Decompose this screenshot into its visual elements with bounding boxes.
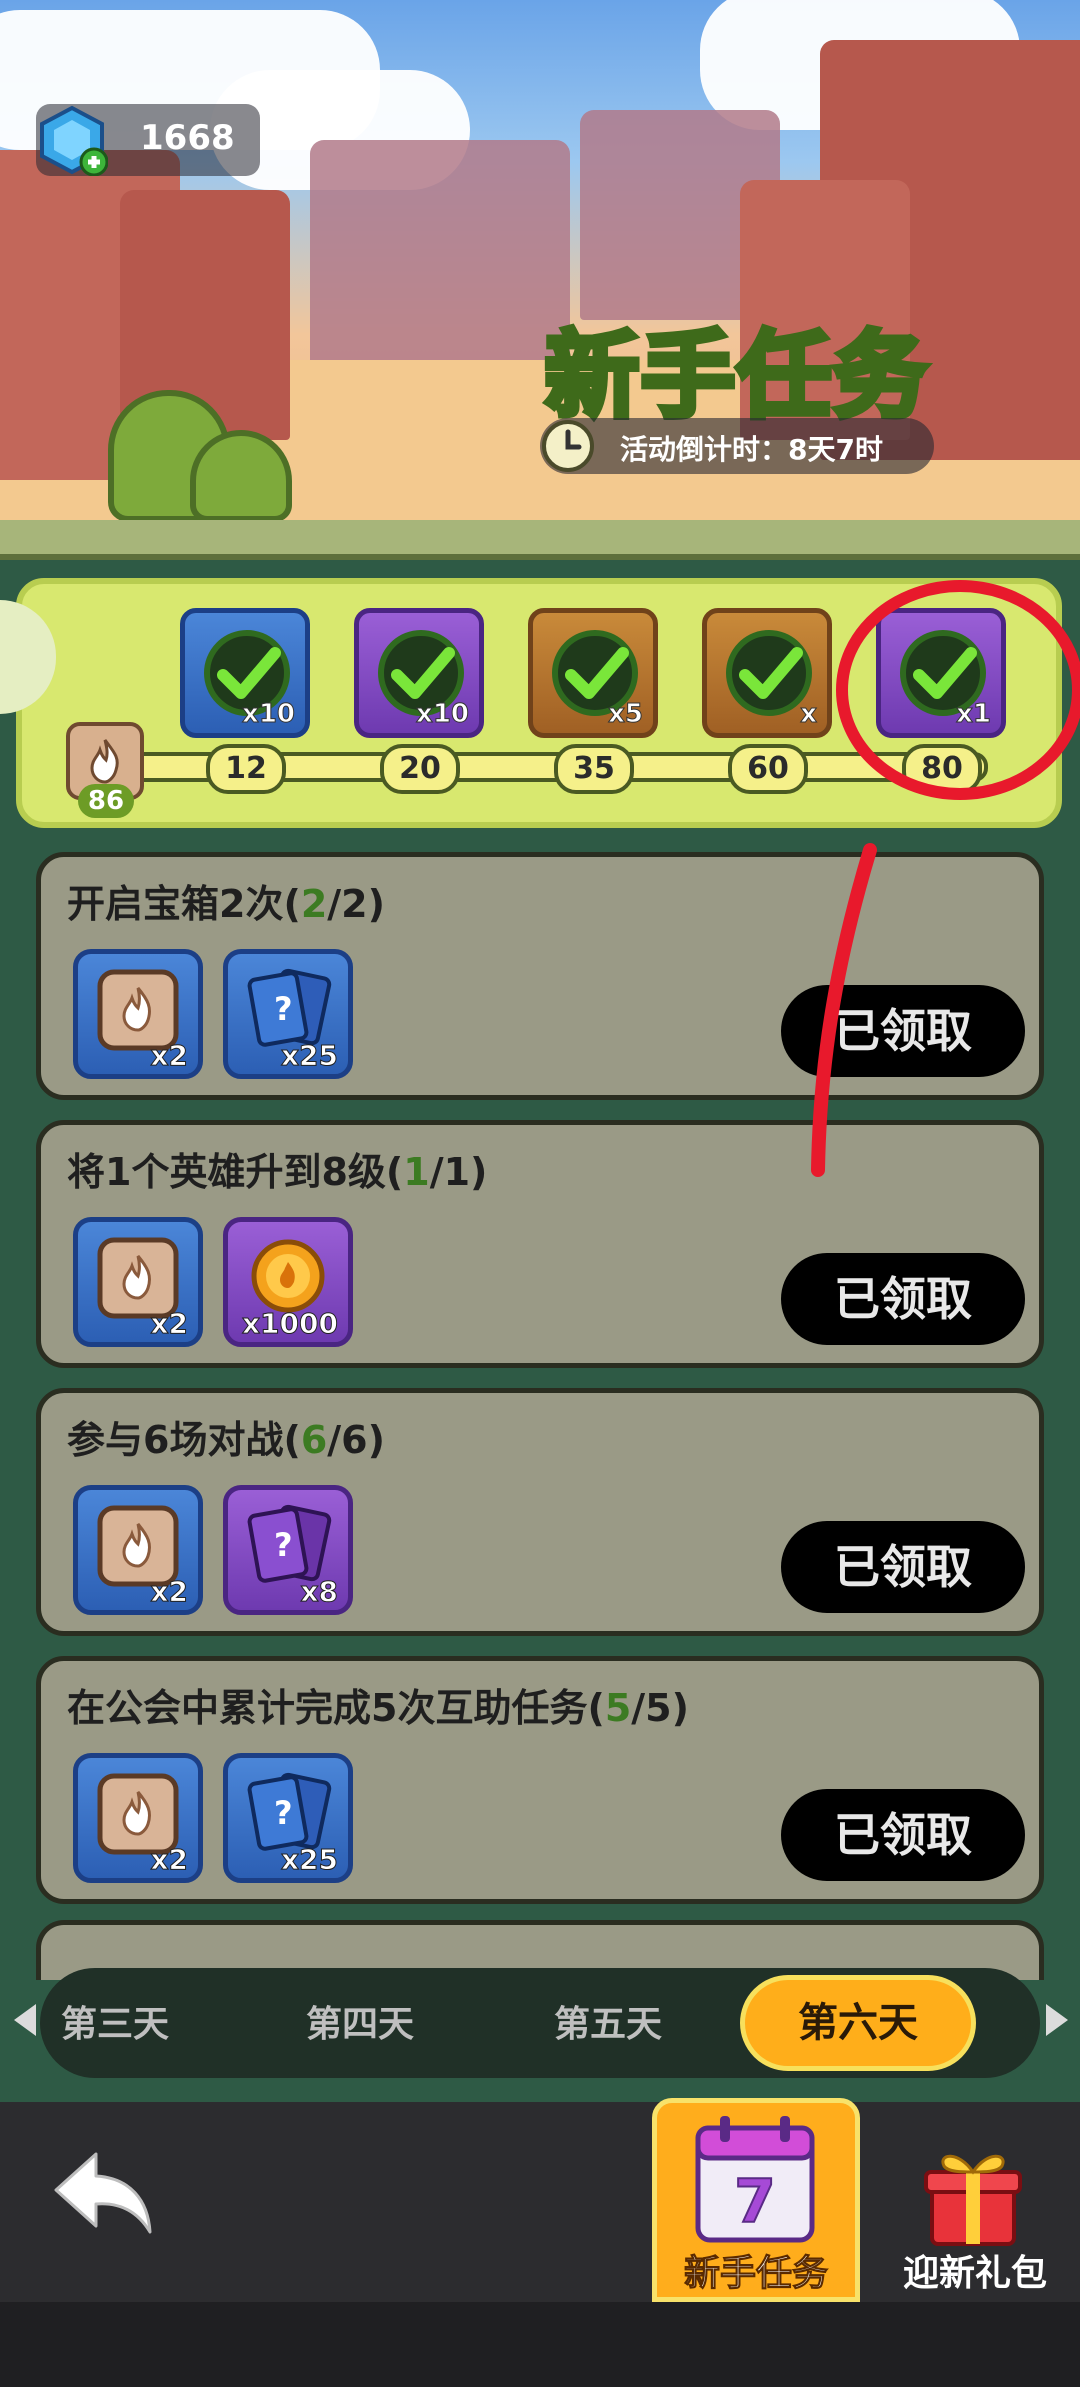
reward-qty: x25 xyxy=(280,1843,338,1877)
reward-qty: x1000 xyxy=(242,1307,339,1341)
calendar-icon: 7 xyxy=(695,2116,815,2243)
milestone-qty: x10 xyxy=(242,699,296,730)
reward-qty: x2 xyxy=(150,1039,189,1073)
milestone-qty: x10 xyxy=(416,699,470,730)
claimed-button[interactable]: 已领取 xyxy=(781,1253,1025,1345)
blue-card-pack-icon[interactable]: ? x25 xyxy=(223,1753,353,1883)
claimed-button[interactable]: 已领取 xyxy=(781,1521,1025,1613)
milestone-threshold: 12 xyxy=(206,744,286,794)
task-card: 在公会中累计完成5次互助任务(5/5) x2 ? x25 已领取 xyxy=(36,1656,1044,1904)
bottom-strip xyxy=(0,2302,1080,2387)
task-title: 参与6场对战(6/6) xyxy=(67,1418,385,1462)
gold-coin-icon[interactable]: x1000 xyxy=(223,1217,353,1347)
milestone-reward-2[interactable]: x10 xyxy=(354,608,484,738)
milestone-threshold: 20 xyxy=(380,744,460,794)
svg-text:?: ? xyxy=(274,1526,293,1564)
calendar-number: 7 xyxy=(734,2167,776,2237)
reward-qty: x8 xyxy=(300,1575,339,1609)
countdown-text: 活动倒计时：8天7时 xyxy=(620,433,883,466)
back-arrow-icon[interactable] xyxy=(50,2146,160,2242)
cactus xyxy=(190,430,292,522)
gift-icon[interactable] xyxy=(918,2140,1028,2250)
task-card: 参与6场对战(6/6) x2 ? x8 已领取 xyxy=(36,1388,1044,1636)
task-title: 在公会中累计完成5次互助任务(5/5) xyxy=(67,1686,689,1730)
claimed-button[interactable]: 已领取 xyxy=(781,1789,1025,1881)
milestone-reward-1[interactable]: x10 xyxy=(180,608,310,738)
fire-token-icon[interactable]: x2 xyxy=(73,1753,203,1883)
tab-day-4[interactable]: 第四天 xyxy=(285,1985,435,2065)
purple-card-pack-icon[interactable]: ? x8 xyxy=(223,1485,353,1615)
arrow-right-icon[interactable] xyxy=(1046,2004,1068,2036)
tab-day-3[interactable]: 第三天 xyxy=(40,1985,190,2065)
fire-token-icon[interactable]: x2 xyxy=(73,1217,203,1347)
reward-qty: x2 xyxy=(150,1307,189,1341)
milestone-threshold: 60 xyxy=(728,744,808,794)
page-title: 新手任务 xyxy=(542,319,930,434)
task-title: 将1个英雄升到8级(1/1) xyxy=(67,1150,488,1194)
reward-qty: x2 xyxy=(150,1575,189,1609)
distant-mesa xyxy=(310,140,570,370)
arrow-left-icon[interactable] xyxy=(14,2004,36,2036)
milestone-threshold: 35 xyxy=(554,744,634,794)
task-title: 开启宝箱2次(2/2) xyxy=(67,882,385,926)
fire-token-icon[interactable]: x2 xyxy=(73,1485,203,1615)
tab-day-5[interactable]: 第五天 xyxy=(533,1985,683,2065)
svg-text:?: ? xyxy=(274,990,293,1028)
svg-text:?: ? xyxy=(274,1794,293,1832)
red-annotation-mark xyxy=(811,580,1080,1177)
points-value: 86 xyxy=(78,784,134,818)
reward-qty: x25 xyxy=(280,1039,338,1073)
tab-day-6[interactable]: 第六天 xyxy=(740,1975,976,2071)
nav-label-gift-pack[interactable]: 迎新礼包 xyxy=(880,2244,1070,2296)
milestone-reward-3[interactable]: x5 xyxy=(528,608,658,738)
header-divider xyxy=(0,520,1080,560)
milestone-qty: x5 xyxy=(608,699,644,730)
nav-label-newbie-tasks: 新手任务 xyxy=(683,2253,828,2295)
blue-card-pack-icon[interactable]: ? x25 xyxy=(223,949,353,1079)
currency-value: 1668 xyxy=(140,118,235,158)
gem-add-icon[interactable] xyxy=(36,104,108,176)
reward-qty: x2 xyxy=(150,1843,189,1877)
clock-icon xyxy=(542,420,594,472)
fire-token-icon[interactable]: x2 xyxy=(73,949,203,1079)
